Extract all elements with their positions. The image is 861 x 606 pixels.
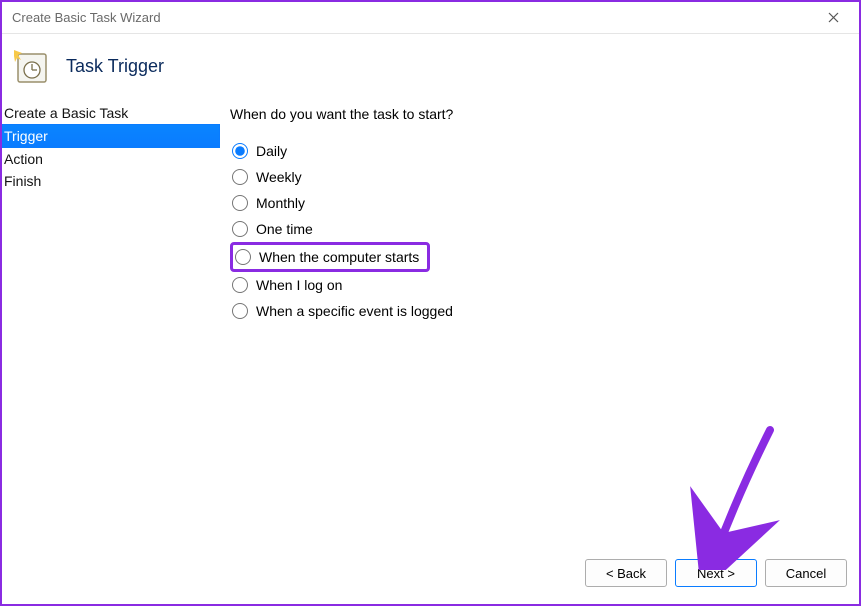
step-finish[interactable]: Finish	[2, 170, 220, 192]
radio-log-on-label: When I log on	[256, 277, 342, 293]
radio-monthly-label: Monthly	[256, 195, 305, 211]
radio-monthly[interactable]: Monthly	[230, 190, 839, 216]
radio-one-time-label: One time	[256, 221, 313, 237]
radio-monthly-input[interactable]	[232, 195, 248, 211]
radio-computer-starts[interactable]: When the computer starts	[230, 242, 430, 272]
next-button[interactable]: Next >	[675, 559, 757, 587]
footer: < Back Next > Cancel	[2, 552, 859, 604]
radio-daily[interactable]: Daily	[230, 138, 839, 164]
step-create-basic-task[interactable]: Create a Basic Task	[2, 102, 220, 124]
radio-weekly-label: Weekly	[256, 169, 302, 185]
window-title: Create Basic Task Wizard	[12, 10, 813, 25]
step-list: Create a Basic Task Trigger Action Finis…	[2, 102, 220, 552]
wizard-header: Task Trigger	[2, 34, 859, 102]
radio-log-on-input[interactable]	[232, 277, 248, 293]
radio-computer-starts-input[interactable]	[235, 249, 251, 265]
radio-specific-event[interactable]: When a specific event is logged	[230, 298, 839, 324]
trigger-prompt: When do you want the task to start?	[230, 106, 839, 122]
back-button[interactable]: < Back	[585, 559, 667, 587]
wizard-body: Create a Basic Task Trigger Action Finis…	[2, 102, 859, 552]
radio-log-on[interactable]: When I log on	[230, 272, 839, 298]
radio-specific-event-label: When a specific event is logged	[256, 303, 453, 319]
radio-daily-label: Daily	[256, 143, 287, 159]
close-button[interactable]	[813, 4, 853, 32]
radio-computer-starts-label: When the computer starts	[259, 249, 419, 265]
cancel-button[interactable]: Cancel	[765, 559, 847, 587]
radio-specific-event-input[interactable]	[232, 303, 248, 319]
radio-one-time-input[interactable]	[232, 221, 248, 237]
close-icon	[828, 12, 839, 23]
content-panel: When do you want the task to start? Dail…	[220, 102, 859, 552]
radio-weekly[interactable]: Weekly	[230, 164, 839, 190]
radio-daily-input[interactable]	[232, 143, 248, 159]
radio-one-time[interactable]: One time	[230, 216, 839, 242]
step-trigger[interactable]: Trigger	[2, 124, 220, 148]
page-heading: Task Trigger	[66, 56, 164, 77]
titlebar: Create Basic Task Wizard	[2, 2, 859, 34]
radio-weekly-input[interactable]	[232, 169, 248, 185]
wizard-icon	[12, 48, 48, 84]
step-action[interactable]: Action	[2, 148, 220, 170]
